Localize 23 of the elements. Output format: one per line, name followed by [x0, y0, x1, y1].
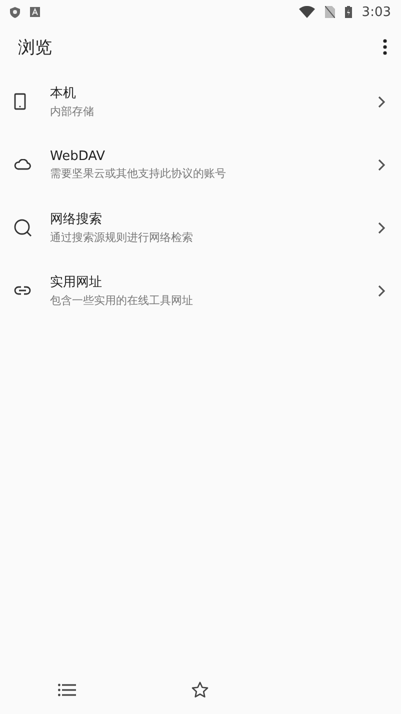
chevron-icon: [378, 284, 385, 296]
battery-icon: [344, 6, 352, 18]
cloud-icon: [14, 159, 31, 170]
item-subtitle: 需要坚果云或其他支持此协议的账号: [50, 166, 226, 180]
item-title[interactable]: 实用网址: [50, 273, 102, 291]
no-sim-icon: [324, 6, 335, 18]
item-title[interactable]: 网络搜索: [50, 210, 102, 228]
chevron-icon: [378, 96, 385, 108]
chevron-icon: [378, 158, 385, 170]
item-title[interactable]: WebDAV: [50, 148, 106, 164]
wifi-icon: [298, 6, 315, 18]
clock-time: 3:03: [362, 4, 391, 20]
item-subtitle: 内部存储: [50, 104, 94, 119]
page-title: 浏览: [18, 36, 53, 58]
chevron-icon: [378, 222, 385, 234]
keyboard-icon: [30, 7, 40, 17]
item-subtitle: 通过搜索源规则进行网络检索: [50, 230, 193, 245]
phone-icon: [14, 93, 26, 110]
shield-icon: [10, 6, 20, 18]
item-subtitle: 包含一些实用的在线工具网址: [50, 293, 193, 308]
item-title[interactable]: 本机: [50, 84, 76, 102]
link-icon: [14, 286, 31, 295]
search-icon: [14, 218, 32, 236]
